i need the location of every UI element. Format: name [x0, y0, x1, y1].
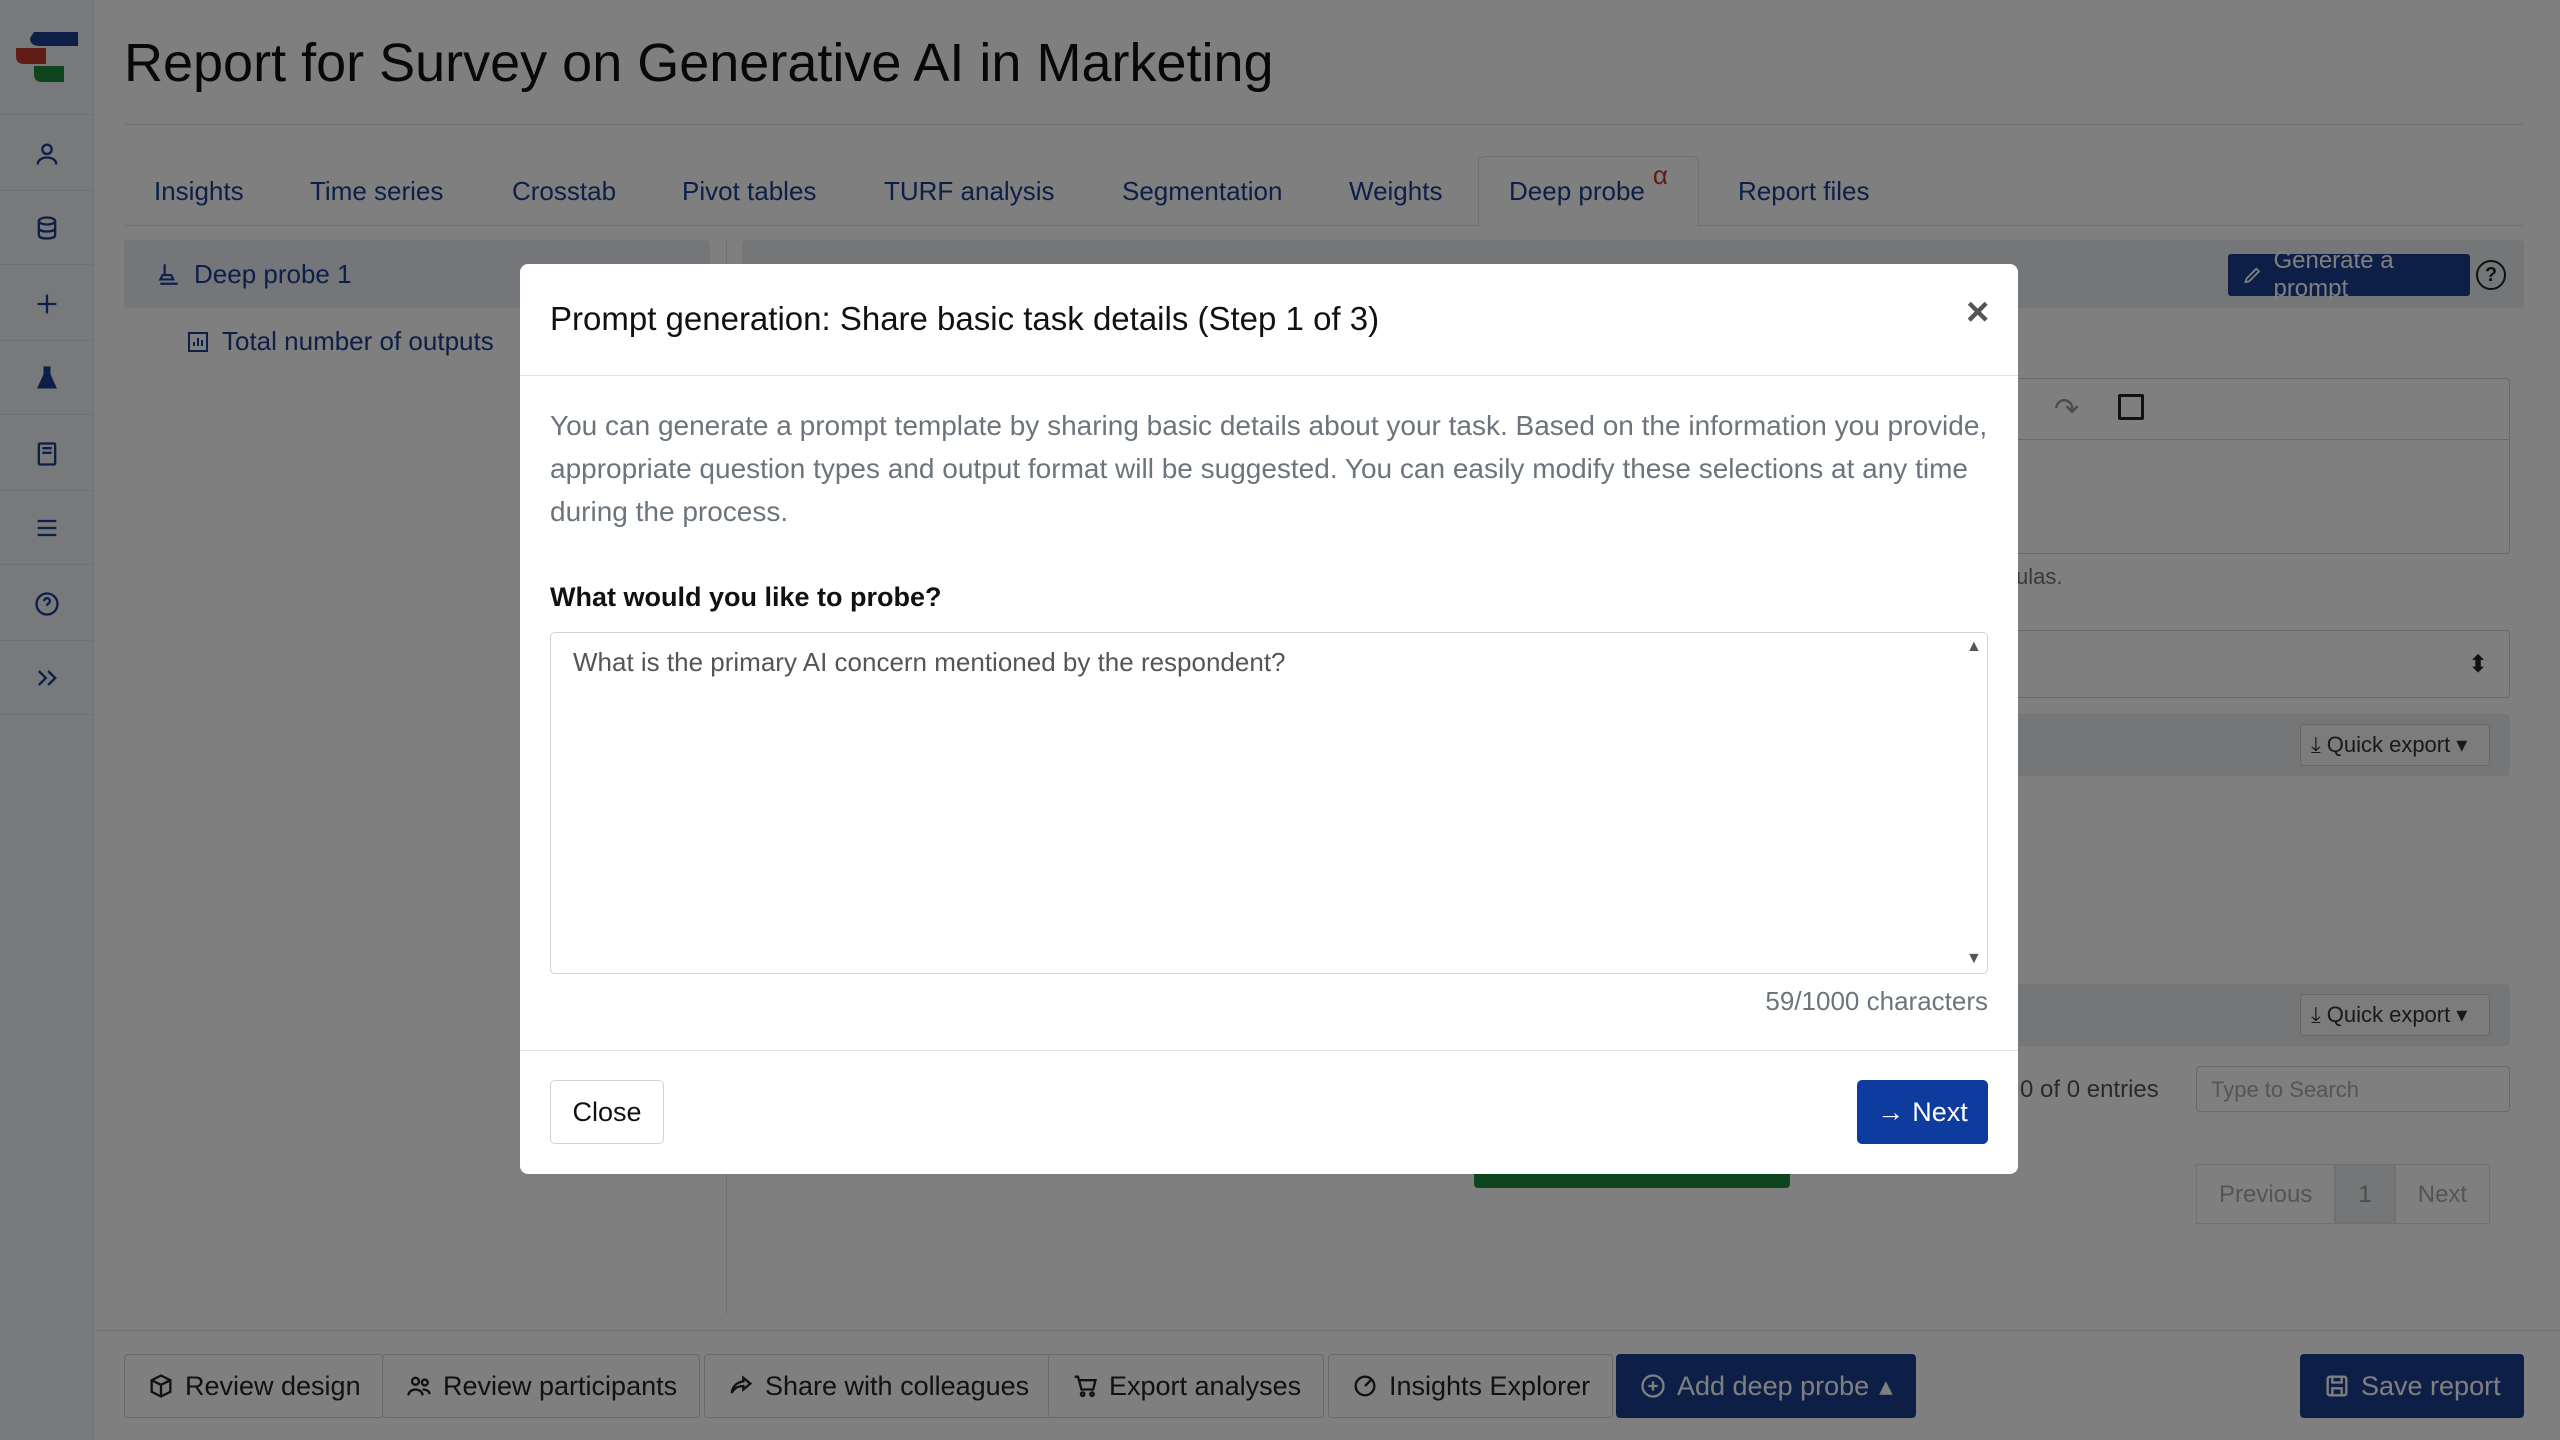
- probe-question-label: What would you like to probe?: [550, 582, 942, 612]
- character-count: 59/1000 characters: [1765, 986, 1988, 1016]
- close-icon[interactable]: ×: [1966, 292, 1989, 332]
- modal-footer: [520, 1050, 2018, 1174]
- probe-question-textarea[interactable]: What is the primary AI concern mentioned…: [550, 632, 1988, 974]
- prompt-generation-modal: Prompt generation: Share basic task deta…: [520, 264, 2018, 1174]
- arrow-right-icon: →: [1877, 1096, 1905, 1127]
- modal-description: You can generate a prompt template by sh…: [550, 410, 1988, 527]
- next-label: Next: [1912, 1096, 1968, 1127]
- modal-title: Prompt generation: Share basic task deta…: [550, 300, 1380, 337]
- modal-header: Prompt generation: Share basic task deta…: [520, 264, 2018, 376]
- scroll-up-icon[interactable]: ▲: [1966, 638, 1982, 656]
- scroll-down-icon[interactable]: ▼: [1966, 950, 1982, 968]
- next-button[interactable]: → Next: [1857, 1080, 1988, 1144]
- close-button[interactable]: Close: [550, 1080, 664, 1144]
